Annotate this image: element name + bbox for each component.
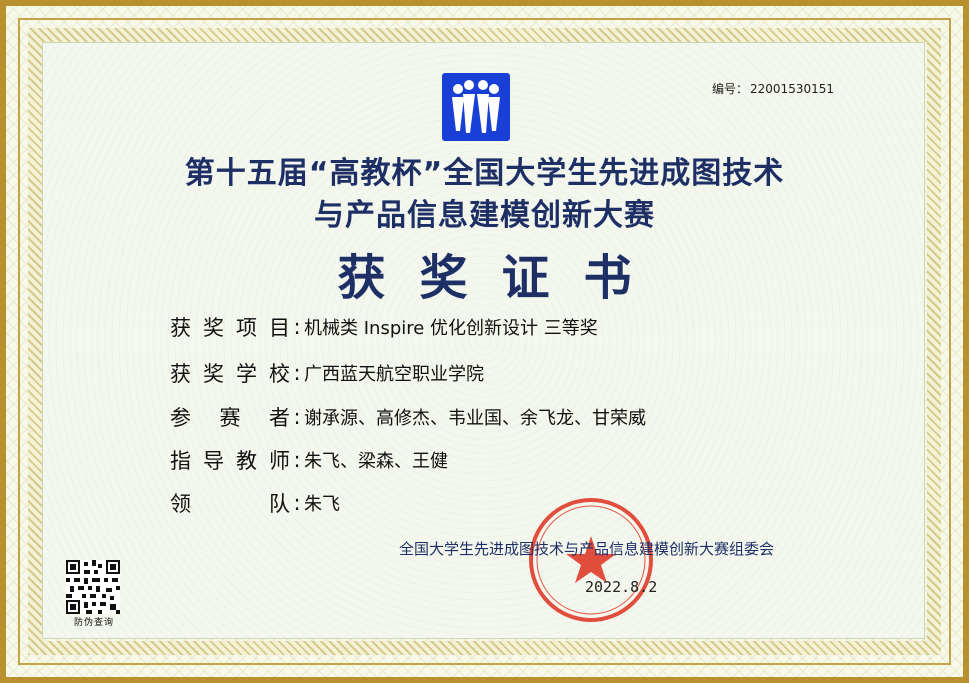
field-label: 指导教师 bbox=[170, 449, 290, 473]
field-participants: 参赛者 : 谢承源、高修杰、韦业国、余飞龙、甘荣威 bbox=[170, 402, 646, 432]
field-award-school: 获奖学校 : 广西蓝天航空职业学院 bbox=[170, 358, 484, 388]
field-colon: : bbox=[293, 361, 301, 385]
certificate-title: 获奖证书 bbox=[337, 250, 666, 306]
field-award-item: 获奖项目 : 机械类 Inspire 优化创新设计 三等奖 bbox=[170, 312, 598, 342]
issue-date: 2022.8.2 bbox=[585, 578, 658, 596]
serial-label: 编号： bbox=[712, 82, 749, 96]
field-colon: : bbox=[293, 405, 301, 429]
field-colon: : bbox=[293, 448, 301, 472]
field-advisors: 指导教师 : 朱飞、梁森、王健 bbox=[170, 445, 448, 475]
field-label: 领队 bbox=[170, 492, 290, 516]
organizer-name: 全国大学生先进成图技术与产品信息建模创新大赛组委会 bbox=[399, 540, 775, 558]
field-value: 机械类 Inspire 优化创新设计 三等奖 bbox=[304, 318, 598, 339]
field-team-leader: 领队 : 朱飞 bbox=[170, 488, 340, 518]
field-label: 获奖学校 bbox=[170, 362, 290, 386]
serial-value: 22001530151 bbox=[750, 82, 834, 96]
competition-title-line2: 与产品信息建模创新大赛 bbox=[314, 198, 655, 233]
official-seal bbox=[527, 496, 655, 624]
field-value: 朱飞、梁森、王健 bbox=[304, 451, 448, 472]
field-colon: : bbox=[293, 315, 301, 339]
competition-logo-icon bbox=[442, 73, 510, 141]
field-label: 获奖项目 bbox=[170, 316, 290, 340]
serial-number: 编号： 22001530151 bbox=[712, 80, 836, 97]
competition-title-line1: 第十五届“高教杯”全国大学生先进成图技术 bbox=[184, 156, 785, 191]
anti-counterfeit-qr-icon[interactable] bbox=[66, 560, 120, 614]
field-value: 朱飞 bbox=[304, 494, 340, 515]
field-label: 参赛者 bbox=[170, 406, 290, 430]
qr-label: 防伪查询 bbox=[73, 618, 114, 628]
field-colon: : bbox=[293, 491, 301, 515]
field-value: 广西蓝天航空职业学院 bbox=[304, 364, 484, 385]
field-value: 谢承源、高修杰、韦业国、余飞龙、甘荣威 bbox=[304, 408, 646, 429]
